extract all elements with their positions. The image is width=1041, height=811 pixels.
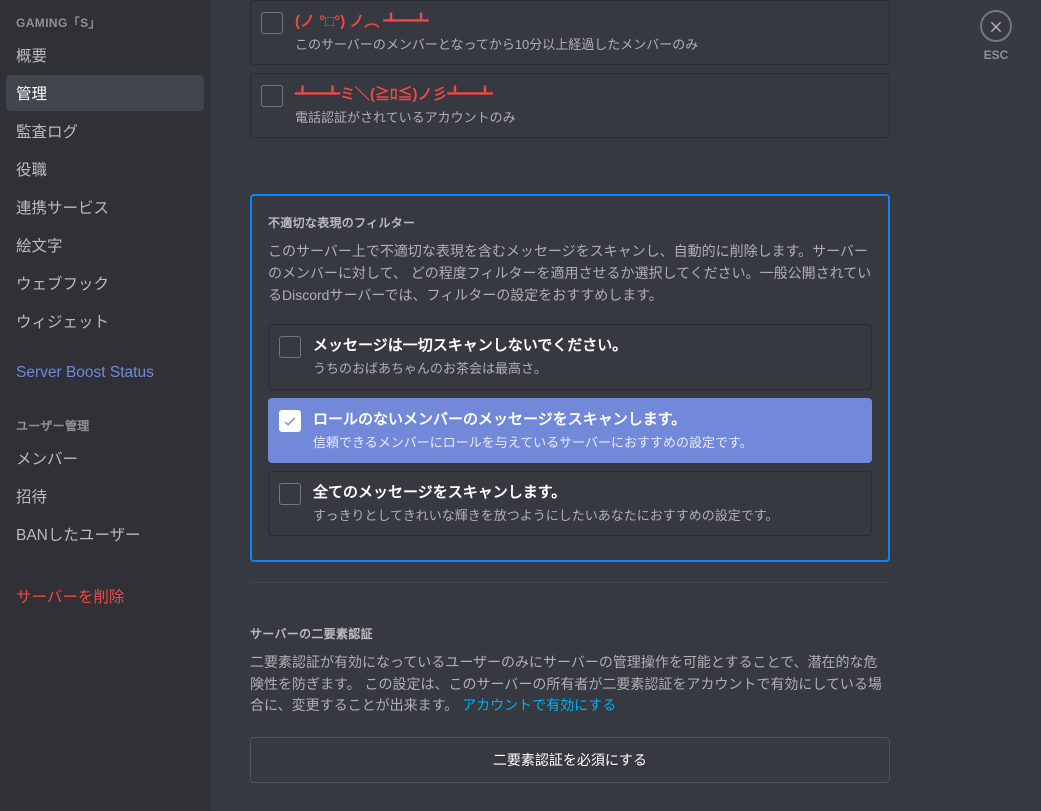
sidebar-item-widget[interactable]: ウィジェット [6,303,204,339]
option-text: ロールのないメンバーのメッセージをスキャンします。 信頼できるメンバーにロールを… [313,409,861,452]
filter-option-all[interactable]: 全てのメッセージをスキャンします。 すっきりとしてきれいな輝きを放つようにしたい… [268,471,872,536]
sidebar-item-label: BANしたユーザー [16,527,141,544]
close-button[interactable] [980,10,1012,42]
content-area: ESC (ノ °□°) ノ︵ ┻━┻ このサーバーのメンバーとなってから10分以… [210,0,1041,811]
sidebar-item-moderation[interactable]: 管理 [6,75,204,111]
divider [250,582,890,583]
section-heading: サーバーの二要素認証 [250,625,890,642]
enable-2fa-link[interactable]: アカウントで有効にする [462,697,616,713]
sidebar-item-roles[interactable]: 役職 [6,151,204,187]
option-title: ロールのないメンバーのメッセージをスキャンします。 [313,409,861,430]
option-subtitle: 電話認証がされているアカウントのみ [295,109,879,127]
sidebar-item-invites[interactable]: 招待 [6,478,204,514]
explicit-filter-section: 不適切な表現のフィルター このサーバー上で不適切な表現を含むメッセージをスキャン… [250,194,890,562]
sidebar: GAMING「S」 概要 管理 監査ログ 役職 連携サービス 絵文字 ウェブフッ… [0,0,210,811]
sidebar-item-label: 連携サービス [16,200,109,217]
sidebar-item-integrations[interactable]: 連携サービス [6,189,204,225]
checkbox-icon [261,12,283,34]
sidebar-item-label: 監査ログ [16,124,78,141]
verify-option-high[interactable]: (ノ °□°) ノ︵ ┻━┻ このサーバーのメンバーとなってから10分以上経過し… [250,0,890,65]
option-text: (ノ °□°) ノ︵ ┻━┻ このサーバーのメンバーとなってから10分以上経過し… [295,11,879,54]
twofa-section: サーバーの二要素認証 二要素認証が有効になっているユーザーのみにサーバーの管理操… [250,607,890,783]
option-subtitle: うちのおばあちゃんのお茶会は最高さ。 [313,360,861,378]
verify-option-highest[interactable]: ┻━┻ミ＼(≧ﾛ≦)ノ彡┻━┻ 電話認証がされているアカウントのみ [250,73,890,138]
sidebar-item-label: メンバー [16,451,78,468]
checkbox-icon [279,336,301,358]
option-text: メッセージは一切スキャンしないでください。 うちのおばあちゃんのお茶会は最高さ。 [313,335,861,378]
sidebar-section-user-management: ユーザー管理 [6,391,204,438]
option-text: ┻━┻ミ＼(≧ﾛ≦)ノ彡┻━┻ 電話認証がされているアカウントのみ [295,84,879,127]
button-label: 二要素認証を必須にする [493,752,647,768]
sidebar-item-label: 絵文字 [16,238,63,255]
section-description: このサーバー上で不適切な表現を含むメッセージをスキャンし、自動的に削除します。サ… [268,241,872,306]
sidebar-item-label: Server Boost Status [16,364,154,381]
section-heading: 不適切な表現のフィルター [268,214,872,231]
sidebar-item-audit-log[interactable]: 監査ログ [6,113,204,149]
sidebar-item-delete-server[interactable]: サーバーを削除 [6,578,204,614]
sidebar-item-members[interactable]: メンバー [6,440,204,476]
section-description: 二要素認証が有効になっているユーザーのみにサーバーの管理操作を可能とすることで、… [250,652,890,717]
esc-label: ESC [984,48,1009,62]
option-subtitle: すっきりとしてきれいな輝きを放つようにしたいあなたにおすすめの設定です。 [313,507,861,525]
close-icon [988,18,1004,34]
sidebar-item-label: ウェブフック [16,276,109,293]
require-2fa-button[interactable]: 二要素認証を必須にする [250,737,890,783]
option-subtitle: 信頼できるメンバーにロールを与えているサーバーにおすすめの設定です。 [313,434,861,452]
checkbox-icon [261,85,283,107]
sidebar-item-label: 概要 [16,48,47,65]
option-title: 全てのメッセージをスキャンします。 [313,482,861,503]
sidebar-item-overview[interactable]: 概要 [6,37,204,73]
option-subtitle: このサーバーのメンバーとなってから10分以上経過したメンバーのみ [295,36,879,54]
option-text: 全てのメッセージをスキャンします。 すっきりとしてきれいな輝きを放つようにしたい… [313,482,861,525]
sidebar-item-label: サーバーを削除 [16,589,124,606]
sidebar-item-emoji[interactable]: 絵文字 [6,227,204,263]
option-title: (ノ °□°) ノ︵ ┻━┻ [295,11,879,32]
filter-option-none[interactable]: メッセージは一切スキャンしないでください。 うちのおばあちゃんのお茶会は最高さ。 [268,324,872,389]
sidebar-item-label: 役職 [16,162,47,179]
close-area: ESC [951,10,1041,62]
sidebar-item-label: 管理 [16,86,47,103]
filter-option-no-role[interactable]: ロールのないメンバーのメッセージをスキャンします。 信頼できるメンバーにロールを… [268,398,872,463]
sidebar-item-label: ウィジェット [16,314,109,331]
checkbox-icon [279,410,301,432]
option-title: メッセージは一切スキャンしないでください。 [313,335,861,356]
sidebar-item-label: 招待 [16,489,47,506]
sidebar-item-boost-status[interactable]: Server Boost Status [6,357,204,389]
checkbox-icon [279,483,301,505]
sidebar-item-webhooks[interactable]: ウェブフック [6,265,204,301]
sidebar-item-bans[interactable]: BANしたユーザー [6,516,204,552]
sidebar-header: GAMING「S」 [6,0,204,35]
option-title: ┻━┻ミ＼(≧ﾛ≦)ノ彡┻━┻ [295,84,879,105]
